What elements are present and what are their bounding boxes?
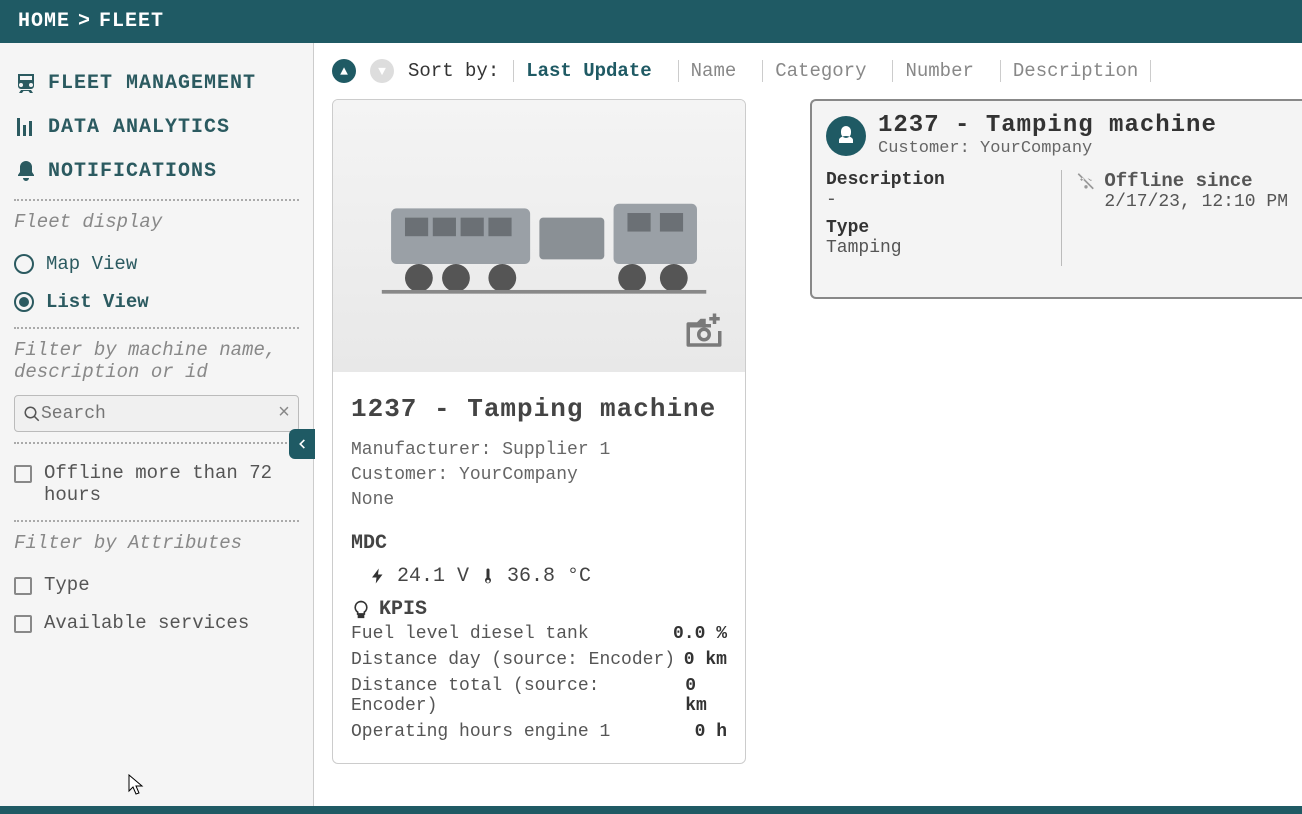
nav-label: DATA ANALYTICS <box>48 116 230 139</box>
bar-chart-icon <box>14 115 38 139</box>
train-icon <box>14 71 38 95</box>
sort-description[interactable]: Description <box>1000 60 1151 82</box>
breadcrumb: HOME > FLEET <box>0 0 1302 43</box>
filter-offline-72[interactable]: Offline more than 72 hours <box>14 454 299 514</box>
sort-label: Sort by: <box>408 60 499 82</box>
machine-image <box>333 100 745 372</box>
nav-data-analytics[interactable]: DATA ANALYTICS <box>14 105 299 149</box>
customer-line: Customer: YourCompany <box>351 463 727 488</box>
kpi-value: 0 h <box>695 722 727 742</box>
detail-customer: Customer: YourCompany <box>878 139 1217 158</box>
breadcrumb-current[interactable]: FLEET <box>99 10 164 33</box>
search-input[interactable] <box>41 404 272 424</box>
description-value: - <box>826 190 1043 210</box>
kpi-value: 0 km <box>684 650 727 670</box>
kpi-value: 0 km <box>685 676 727 716</box>
fleet-display-label: Fleet display <box>14 211 299 233</box>
checkbox-label: Offline more than 72 hours <box>44 462 299 506</box>
detail-panel: 1237 - Tamping machine Customer: YourCom… <box>810 99 1302 299</box>
radio-icon <box>14 292 34 312</box>
sidebar: FLEET MANAGEMENT DATA ANALYTICS NOTIFICA… <box>0 43 314 806</box>
sort-name[interactable]: Name <box>678 60 749 82</box>
type-value: Tamping <box>826 238 1043 258</box>
machine-card[interactable]: 1237 - Tamping machine Manufacturer: Sup… <box>332 99 746 764</box>
checkbox-label: Available services <box>44 612 249 634</box>
description-label: Description <box>826 170 1043 190</box>
offline-value: 2/17/23, 12:10 PM <box>1104 192 1288 212</box>
card-title: 1237 - Tamping machine <box>351 394 727 424</box>
kpi-value: 0.0 % <box>673 624 727 644</box>
kpi-label: Distance total (source: Encoder) <box>351 676 685 716</box>
checkbox-label: Type <box>44 574 90 596</box>
kpi-row: Operating hours engine 1 0 h <box>351 719 727 745</box>
bell-icon <box>14 159 38 183</box>
kpi-row: Fuel level diesel tank 0.0 % <box>351 621 727 647</box>
machine-badge-icon <box>826 116 866 156</box>
mdc-readings: 24.1 V 36.8 °C <box>369 565 727 588</box>
kpis-label: KPIS <box>351 598 727 621</box>
nav-label: NOTIFICATIONS <box>48 160 217 183</box>
train-illustration <box>354 141 725 331</box>
nav-label: FLEET MANAGEMENT <box>48 72 256 95</box>
sort-asc-button[interactable]: ▲ <box>332 59 356 83</box>
filter-attr-label: Filter by Attributes <box>14 532 299 554</box>
collapse-sidebar-button[interactable] <box>289 429 315 459</box>
radio-list-view[interactable]: List View <box>14 283 299 321</box>
sort-number[interactable]: Number <box>892 60 985 82</box>
bottom-bar <box>0 806 1302 814</box>
kpi-label: Operating hours engine 1 <box>351 722 610 742</box>
bulb-icon <box>351 599 371 619</box>
breadcrumb-home[interactable]: HOME <box>18 10 70 33</box>
kpi-label: Fuel level diesel tank <box>351 624 589 644</box>
voltage-value: 24.1 V <box>397 565 469 588</box>
radio-label: Map View <box>46 253 137 275</box>
radio-label: List View <box>46 291 149 313</box>
extra-line: None <box>351 488 727 513</box>
camera-icon[interactable] <box>683 310 725 358</box>
checkbox-icon <box>14 577 32 595</box>
filter-attr-type[interactable]: Type <box>14 566 299 604</box>
content-area: ▲ ▼ Sort by: Last Update Name Category N… <box>314 43 1302 806</box>
sort-category[interactable]: Category <box>762 60 878 82</box>
checkbox-icon <box>14 615 32 633</box>
temperature-value: 36.8 °C <box>507 565 591 588</box>
filter-attr-services[interactable]: Available services <box>14 604 299 642</box>
clear-icon[interactable]: × <box>278 402 290 425</box>
chevron-left-icon <box>295 437 309 451</box>
offline-icon <box>1076 171 1096 191</box>
nav-notifications[interactable]: NOTIFICATIONS <box>14 149 299 193</box>
mdc-label: MDC <box>351 532 727 555</box>
search-icon <box>23 405 41 423</box>
kpi-row: Distance day (source: Encoder) 0 km <box>351 647 727 673</box>
sort-last-update[interactable]: Last Update <box>513 60 663 82</box>
filter-label: Filter by machine name, description or i… <box>14 339 299 383</box>
radio-map-view[interactable]: Map View <box>14 245 299 283</box>
radio-icon <box>14 254 34 274</box>
breadcrumb-sep: > <box>78 10 91 33</box>
manufacturer-line: Manufacturer: Supplier 1 <box>351 438 727 463</box>
type-label: Type <box>826 218 1043 238</box>
sort-desc-button[interactable]: ▼ <box>370 59 394 83</box>
nav-fleet-management[interactable]: FLEET MANAGEMENT <box>14 61 299 105</box>
sort-bar: ▲ ▼ Sort by: Last Update Name Category N… <box>332 59 1302 83</box>
kpi-label: Distance day (source: Encoder) <box>351 650 675 670</box>
search-input-wrap[interactable]: × <box>14 395 299 432</box>
kpi-row: Distance total (source: Encoder)0 km <box>351 673 727 719</box>
bolt-icon <box>369 565 387 587</box>
thermometer-icon <box>479 565 497 587</box>
offline-label: Offline since <box>1076 170 1288 192</box>
detail-title: 1237 - Tamping machine <box>878 113 1217 139</box>
checkbox-icon <box>14 465 32 483</box>
